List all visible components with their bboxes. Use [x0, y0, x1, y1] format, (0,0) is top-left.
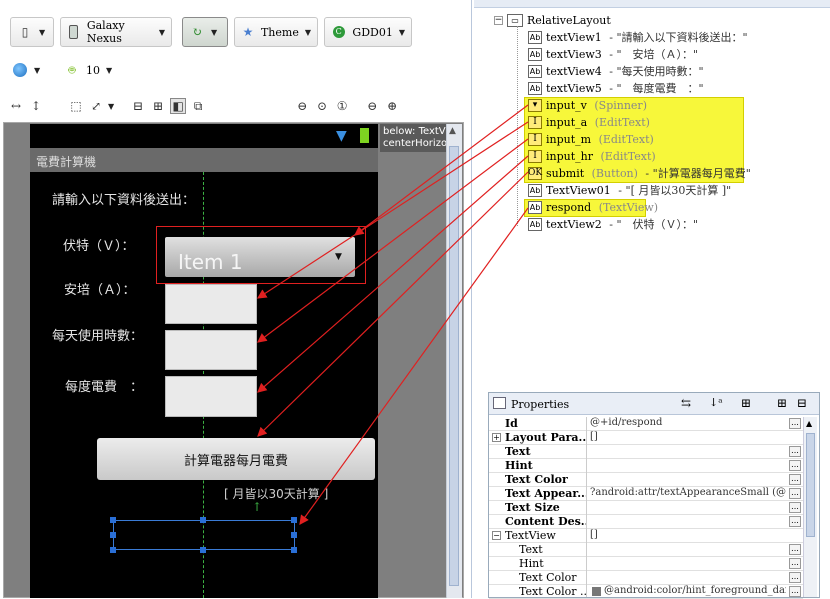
connection-arrows — [256, 104, 529, 525]
arrow-input-m — [257, 138, 529, 343]
arrow-input-hr — [257, 155, 529, 393]
arrow-submit — [257, 171, 529, 437]
arrow-input-a — [256, 121, 529, 299]
arrow-input-v — [354, 104, 529, 236]
